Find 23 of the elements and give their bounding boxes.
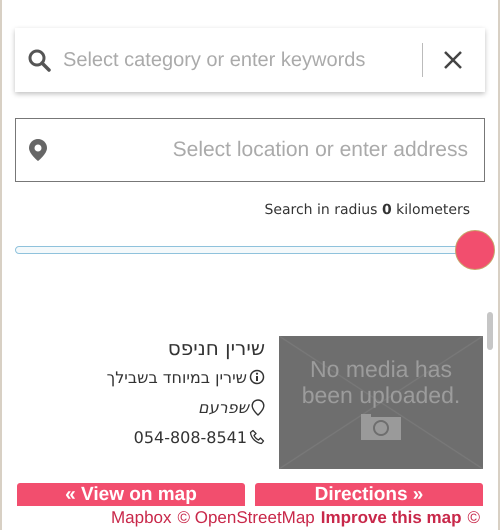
view-on-map-button[interactable]: « View on map [17,483,245,506]
tagline: שירין במיוחד בשבילך [106,368,247,386]
directions-button[interactable]: Directions » [255,483,483,506]
listing-name: שירין חניפס [168,336,265,360]
attribution-link[interactable]: Improve this map [320,508,462,528]
search-icon [27,48,51,72]
location-box[interactable]: Select location or enter address [15,118,485,182]
map-pin-icon [28,138,48,162]
radius-label: Search in radius 0 kilometers [264,202,470,218]
camera-icon [361,414,401,440]
close-icon[interactable] [443,50,463,70]
phone-icon [249,429,265,445]
scrollbar-thumb[interactable] [487,312,493,350]
attribution-link[interactable]: © [468,508,480,528]
phone-number: 054-808-8541 [134,428,247,446]
slider-thumb[interactable] [455,230,495,270]
info-icon [249,369,265,385]
city-name: שפרעם [198,398,249,416]
map-pin-icon [251,398,265,416]
attribution-link[interactable]: Mapbox [111,508,172,528]
search-bar[interactable]: Select category or enter keywords [15,28,485,92]
radius-slider[interactable] [15,230,495,270]
attribution-link[interactable]: © OpenStreetMap [177,508,315,528]
